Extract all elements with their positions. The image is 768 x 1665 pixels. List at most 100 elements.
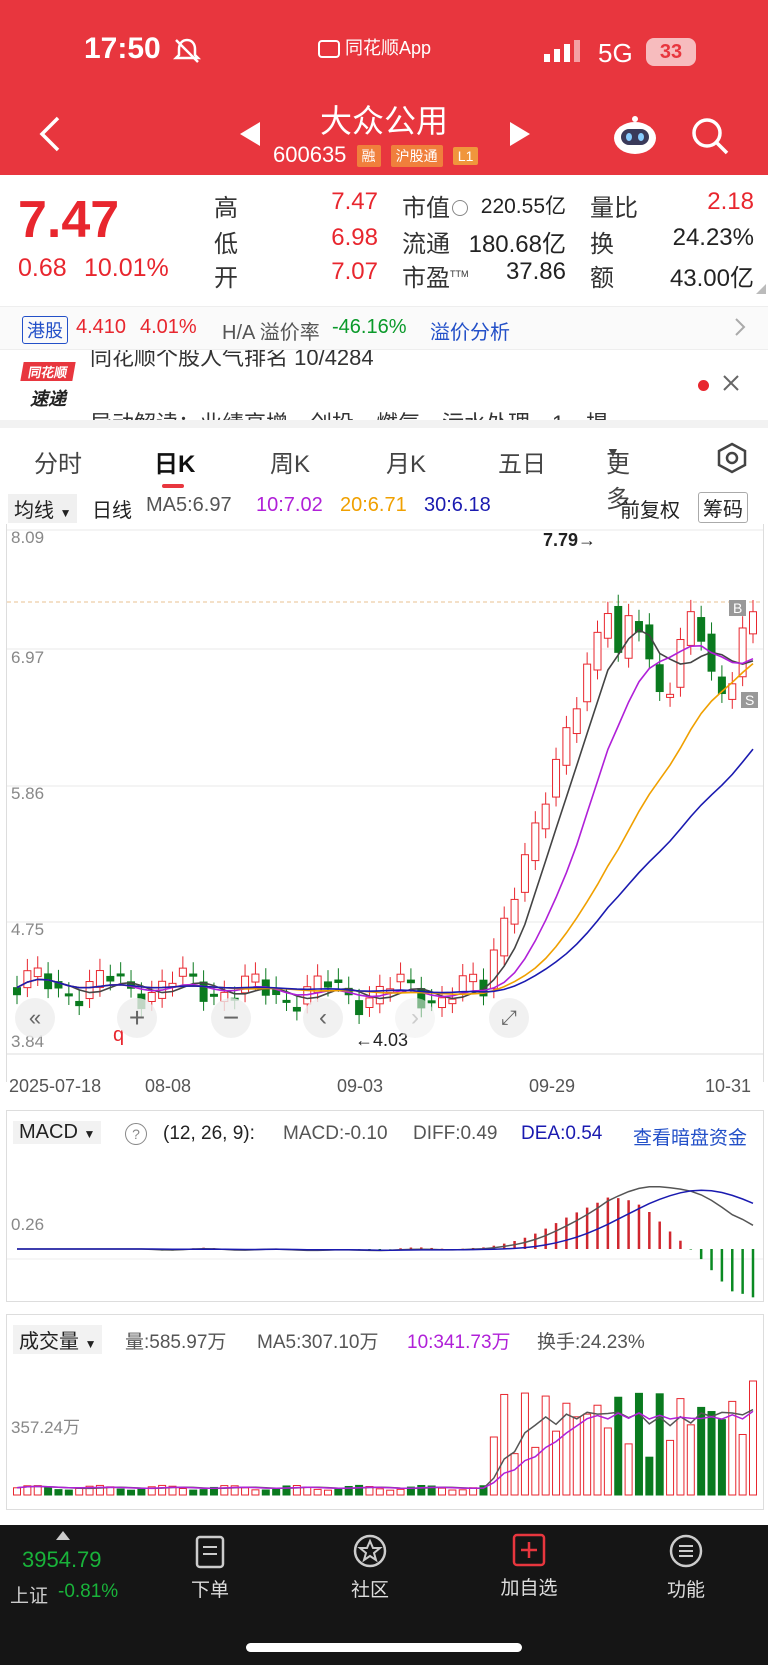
candle-body	[406, 979, 415, 984]
back-icon[interactable]	[36, 114, 62, 159]
help-icon[interactable]: ?	[125, 1123, 147, 1145]
candle-body	[448, 998, 457, 1005]
stock-code: 600635 融 沪股通 L1	[273, 142, 479, 168]
volume-panel[interactable]: 成交量 ▼ 量:585.97万 MA5:307.10万 10:341.73万 换…	[6, 1314, 764, 1510]
candle-body	[520, 854, 529, 893]
volume-ratio-value: 2.18	[707, 188, 754, 215]
candle-body	[614, 605, 623, 653]
pe-label: 市盈TTM	[402, 265, 469, 292]
chips-button[interactable]: 筹码	[698, 492, 748, 523]
ma20-line	[16, 662, 754, 996]
date-label-3: 09-03	[337, 1076, 384, 1096]
home-indicator	[246, 1643, 522, 1652]
candle-body	[355, 1000, 364, 1016]
volume-bar	[603, 1427, 612, 1496]
stock-name: 大众公用	[320, 103, 449, 139]
zoom-in-icon[interactable]: +	[117, 998, 157, 1038]
news-banner[interactable]: 同花顺 速递 同花顺个股人气排名 10/4284 异动解读：业绩高增，创投，燃气…	[0, 350, 768, 421]
battery-icon: 33	[646, 38, 696, 66]
candle-body	[23, 970, 32, 989]
macd-panel[interactable]: MACD ▼ ? (12, 26, 9): MACD:-0.10 DIFF:0.…	[6, 1110, 764, 1302]
status-time: 17:50	[84, 32, 161, 65]
volume-bar	[520, 1392, 529, 1496]
tab-five-day[interactable]: 五日	[498, 444, 546, 479]
volume-bar	[396, 1488, 405, 1496]
volume-bar	[686, 1424, 695, 1496]
functions-button[interactable]: 功能	[656, 1533, 716, 1602]
volume-bar	[116, 1488, 125, 1496]
hk-tag: 港股	[22, 316, 68, 344]
candle-body	[251, 973, 260, 983]
collapse-left-icon[interactable]: «	[15, 998, 55, 1038]
add-watchlist-button[interactable]: 加自选	[496, 1533, 562, 1600]
volume-bar	[220, 1485, 229, 1496]
candle-body	[749, 611, 757, 635]
volume-bar	[593, 1404, 602, 1496]
candle-body	[323, 981, 332, 988]
fullscreen-icon[interactable]: ⤢	[489, 998, 529, 1038]
dark-pool-link[interactable]: 查看暗盘资金	[633, 1123, 747, 1150]
volume-bar	[127, 1489, 136, 1496]
scroll-left-icon[interactable]: ‹	[303, 998, 343, 1038]
candle-body	[106, 975, 115, 982]
diff-value: DIFF:0.49	[413, 1123, 498, 1144]
tab-weekly-k[interactable]: 周K	[270, 444, 310, 479]
close-icon[interactable]	[722, 374, 740, 397]
turnover-value: 24.23%	[672, 224, 754, 251]
indicator-selector[interactable]: 均线 ▼	[8, 494, 78, 523]
volume-bar	[438, 1487, 447, 1496]
zoom-out-icon[interactable]: −	[211, 998, 251, 1038]
volume-bar	[44, 1486, 53, 1496]
app-logo-icon	[318, 40, 340, 59]
index-value[interactable]: 3954.79	[22, 1547, 102, 1573]
settings-hex-icon[interactable]	[716, 442, 748, 481]
volume-selector[interactable]: 成交量 ▼	[13, 1325, 103, 1354]
premium-analysis-link[interactable]: 溢价分析	[430, 316, 510, 345]
volume-bar	[375, 1488, 384, 1496]
volume-ma5: MA5:307.10万	[257, 1332, 379, 1353]
candle-body	[334, 979, 343, 983]
period-label: 日线	[92, 500, 132, 522]
volume-bar	[386, 1489, 395, 1496]
float-label: 流通	[402, 231, 450, 258]
candle-body	[396, 973, 405, 983]
corner-triangle-icon	[756, 284, 766, 294]
ma30-value: 30:6.18	[424, 494, 491, 516]
signal-icon	[544, 40, 584, 67]
hk-premium-row[interactable]: 港股 4.410 4.01% H/A 溢价率 -46.16% 溢价分析	[0, 306, 768, 350]
premium-value: -46.16%	[332, 316, 407, 338]
hk-price: 4.410	[76, 316, 127, 338]
date-label-2: 08-08	[145, 1076, 192, 1096]
document-icon	[195, 1535, 225, 1569]
next-stock-icon[interactable]	[510, 122, 532, 151]
volume-bar	[313, 1488, 322, 1496]
app-badge: 同花顺App	[318, 34, 431, 60]
order-button[interactable]: 下单	[180, 1535, 240, 1602]
prev-stock-icon[interactable]	[240, 122, 262, 151]
scroll-right-icon[interactable]: ›	[395, 998, 435, 1038]
volume-bar	[749, 1380, 757, 1496]
search-icon[interactable]	[690, 116, 730, 161]
candle-body	[427, 1000, 436, 1004]
community-button[interactable]: 社区	[340, 1533, 400, 1602]
volume-bar	[178, 1487, 187, 1496]
date-label-4: 09-29	[529, 1076, 576, 1096]
volume-ma10: 10:341.73万	[407, 1332, 511, 1353]
volume-bar	[64, 1489, 73, 1496]
volume-bar	[199, 1489, 208, 1496]
kline-chart-panel[interactable]: 8.09 6.97 5.86 4.75 3.84 7.79→ ←4.03 B S…	[6, 524, 764, 1096]
tab-monthly-k[interactable]: 月K	[386, 444, 426, 479]
candle-body	[458, 975, 467, 993]
price-change: 0.68	[18, 254, 67, 282]
volume-bar	[355, 1484, 364, 1496]
kline-chart[interactable]	[7, 524, 763, 1082]
candle-body	[438, 997, 447, 1009]
tab-daily-k[interactable]: 日K	[154, 444, 195, 479]
robot-assistant-icon[interactable]	[612, 114, 658, 161]
adjust-toggle[interactable]: 前复权	[620, 494, 680, 523]
macd-selector[interactable]: MACD ▼	[13, 1121, 102, 1144]
tab-intraday[interactable]: 分时	[34, 444, 82, 479]
price-change-pct: 10.01%	[84, 254, 169, 282]
tag-level: L1	[452, 147, 479, 166]
volume-chart	[13, 1380, 757, 1496]
